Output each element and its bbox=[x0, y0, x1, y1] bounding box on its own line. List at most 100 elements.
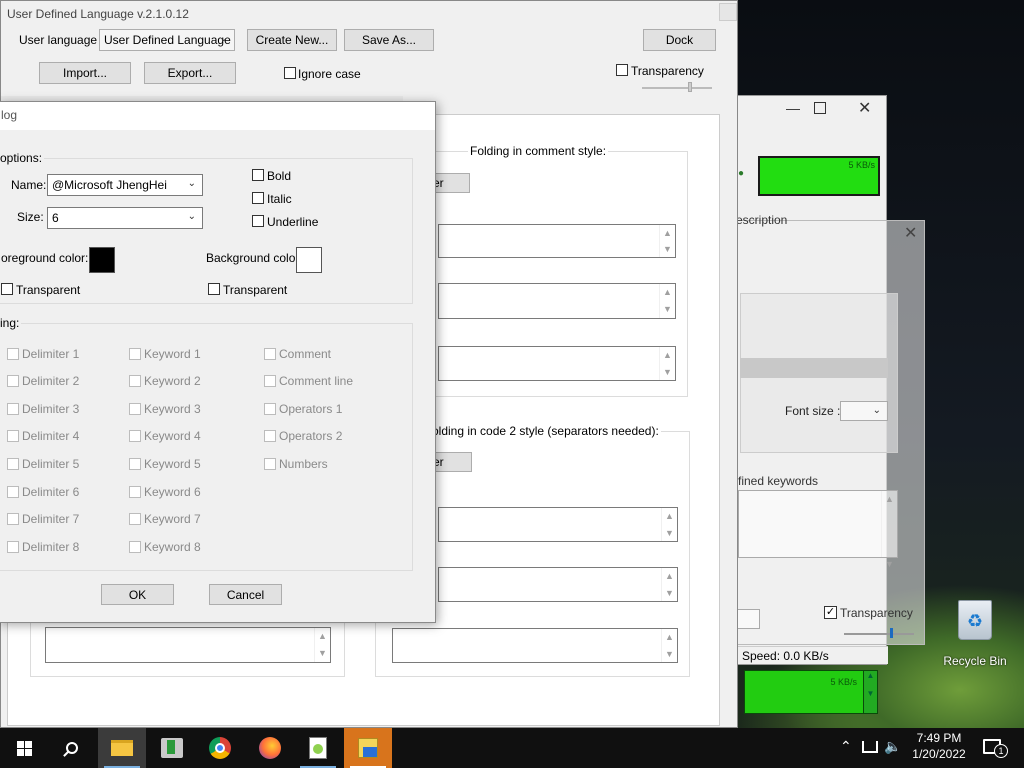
italic-checkbox[interactable] bbox=[252, 192, 264, 204]
minimize-button[interactable]: — bbox=[786, 100, 806, 116]
scrollbar[interactable]: ▲ ▼ bbox=[314, 628, 330, 662]
volume-icon[interactable]: 🔈 bbox=[884, 738, 901, 755]
nesting-checkbox[interactable] bbox=[264, 458, 276, 470]
time-date[interactable]: 7:49 PM 1/20/2022 bbox=[905, 731, 973, 761]
import-button[interactable]: Import... bbox=[39, 62, 131, 84]
maximize-button[interactable] bbox=[814, 102, 826, 114]
close-button[interactable]: ✕ bbox=[858, 98, 871, 118]
transparency-checkbox[interactable] bbox=[616, 64, 628, 76]
comment-close-textbox[interactable]: ▲ ▼ bbox=[438, 346, 676, 381]
transparency-label: Transparency bbox=[631, 64, 704, 78]
font-size-select[interactable]: 6 ⌄ bbox=[47, 207, 203, 229]
nesting-checkbox[interactable] bbox=[264, 403, 276, 415]
nesting-checkbox[interactable] bbox=[129, 541, 141, 553]
app-icon bbox=[358, 738, 378, 758]
nesting-checkbox[interactable] bbox=[264, 375, 276, 387]
taskbar-active-app[interactable] bbox=[344, 728, 392, 768]
start-button[interactable] bbox=[0, 728, 48, 768]
font-name-select[interactable]: @Microsoft JhengHei ⌄ bbox=[47, 174, 203, 196]
transparency-label: Transparency bbox=[840, 606, 913, 620]
mini-speed-widget[interactable]: 5 KB/s ▲ ▼ bbox=[744, 670, 878, 714]
recycle-bin-icon: ♻ bbox=[958, 600, 992, 640]
transparency-checkbox[interactable]: ✓ bbox=[824, 606, 837, 619]
scrollbar[interactable]: ▲ ▼ bbox=[661, 568, 677, 601]
scrollbar[interactable]: ▲ ▼ bbox=[659, 225, 675, 257]
code2-open-textbox[interactable]: ▲ ▼ bbox=[438, 507, 678, 542]
nesting-checkbox[interactable] bbox=[129, 348, 141, 360]
recycle-bin[interactable]: ♻ Recycle Bin bbox=[940, 600, 1010, 670]
code2-middle-textbox[interactable]: ▲ ▼ bbox=[438, 567, 678, 602]
transparency-slider[interactable] bbox=[642, 82, 712, 92]
nesting-checkbox[interactable] bbox=[7, 403, 19, 415]
code1-close-textbox[interactable]: ▲ ▼ bbox=[45, 627, 331, 663]
nesting-checkbox[interactable] bbox=[7, 513, 19, 525]
search-button[interactable] bbox=[48, 728, 96, 768]
comment-open-textbox[interactable]: ▲ ▼ bbox=[438, 224, 676, 258]
nesting-checkbox[interactable] bbox=[7, 458, 19, 470]
export-button[interactable]: Export... bbox=[144, 62, 236, 84]
selected-row[interactable] bbox=[740, 358, 888, 378]
nesting-label: Keyword 6 bbox=[144, 485, 201, 499]
taskbar-file-explorer[interactable] bbox=[98, 728, 146, 768]
scrollbar[interactable]: ▲ ▼ bbox=[881, 491, 897, 569]
scrollbar[interactable]: ▲ ▼ bbox=[659, 347, 675, 380]
cancel-button[interactable]: Cancel bbox=[209, 584, 282, 605]
background-color-swatch[interactable] bbox=[296, 247, 322, 273]
nesting-checkbox[interactable] bbox=[129, 513, 141, 525]
create-new-button[interactable]: Create New... bbox=[247, 29, 337, 51]
nesting-checkbox[interactable] bbox=[129, 430, 141, 442]
taskbar-chrome[interactable] bbox=[196, 728, 244, 768]
nesting-checkbox[interactable] bbox=[7, 375, 19, 387]
slider-thumb[interactable] bbox=[688, 82, 692, 92]
code2-close-textbox[interactable]: ▲ ▼ bbox=[392, 628, 678, 663]
scrollbar[interactable]: ▲ ▼ bbox=[661, 508, 677, 541]
taskbar-notepadpp[interactable] bbox=[294, 728, 342, 768]
transparency-slider[interactable] bbox=[844, 628, 914, 638]
styler-button-2[interactable]: er bbox=[432, 452, 472, 472]
nesting-checkbox[interactable] bbox=[264, 348, 276, 360]
transparent-bg-checkbox[interactable] bbox=[208, 283, 220, 295]
user-language-select[interactable]: User Defined Language ⌄ bbox=[99, 29, 235, 51]
foreground-color-swatch[interactable] bbox=[89, 247, 115, 273]
underline-checkbox[interactable] bbox=[252, 215, 264, 227]
nesting-checkbox[interactable] bbox=[7, 430, 19, 442]
slider-thumb[interactable] bbox=[890, 628, 893, 638]
bold-checkbox[interactable] bbox=[252, 169, 264, 181]
notification-icon[interactable]: 1 bbox=[983, 739, 1008, 758]
keywords-textbox[interactable]: ▲ ▼ bbox=[738, 490, 898, 569]
taskbar: ⌃ 🔈 7:49 PM 1/20/2022 1 bbox=[0, 728, 1024, 768]
nesting-checkbox[interactable] bbox=[129, 458, 141, 470]
nesting-checkbox[interactable] bbox=[129, 403, 141, 415]
network-icon[interactable] bbox=[862, 741, 878, 753]
dock-button[interactable]: Dock bbox=[643, 29, 716, 51]
windows-icon bbox=[16, 740, 32, 756]
title-close-button[interactable] bbox=[719, 3, 737, 21]
taskbar-firefox[interactable] bbox=[246, 728, 294, 768]
comment-middle-textbox[interactable]: ▲ ▼ bbox=[438, 283, 676, 319]
clock-date: 1/20/2022 bbox=[912, 747, 966, 761]
close-icon[interactable]: ✕ bbox=[904, 223, 917, 243]
taskbar-app-installer[interactable] bbox=[148, 728, 196, 768]
nesting-checkbox[interactable] bbox=[7, 348, 19, 360]
styler-button-1[interactable]: er bbox=[432, 173, 470, 193]
transparent-fg-checkbox[interactable] bbox=[1, 283, 13, 295]
scrollbar[interactable]: ▲ ▼ bbox=[659, 284, 675, 318]
small-textbox[interactable] bbox=[736, 609, 760, 629]
save-as-button[interactable]: Save As... bbox=[344, 29, 434, 51]
nesting-checkbox[interactable] bbox=[264, 430, 276, 442]
ok-button[interactable]: OK bbox=[101, 584, 174, 605]
nesting-label: Numbers bbox=[279, 457, 328, 471]
nesting-checkbox[interactable] bbox=[129, 375, 141, 387]
nesting-label: Delimiter 8 bbox=[22, 540, 80, 554]
mini-scroll[interactable]: ▲ ▼ bbox=[863, 671, 877, 713]
font-size-select[interactable]: ⌄ bbox=[840, 401, 888, 421]
chevron-up-icon[interactable]: ⌃ bbox=[840, 738, 852, 755]
nesting-checkbox[interactable] bbox=[129, 486, 141, 498]
ignore-case-checkbox[interactable] bbox=[284, 67, 296, 79]
nesting-checkbox[interactable] bbox=[7, 541, 19, 553]
scrollbar[interactable]: ▲ ▼ bbox=[661, 629, 677, 662]
nesting-checkbox[interactable] bbox=[7, 486, 19, 498]
user-language-label: User language : bbox=[19, 33, 104, 47]
installer-icon bbox=[161, 738, 183, 758]
folding-comment-title: Folding in comment style: bbox=[468, 144, 609, 158]
